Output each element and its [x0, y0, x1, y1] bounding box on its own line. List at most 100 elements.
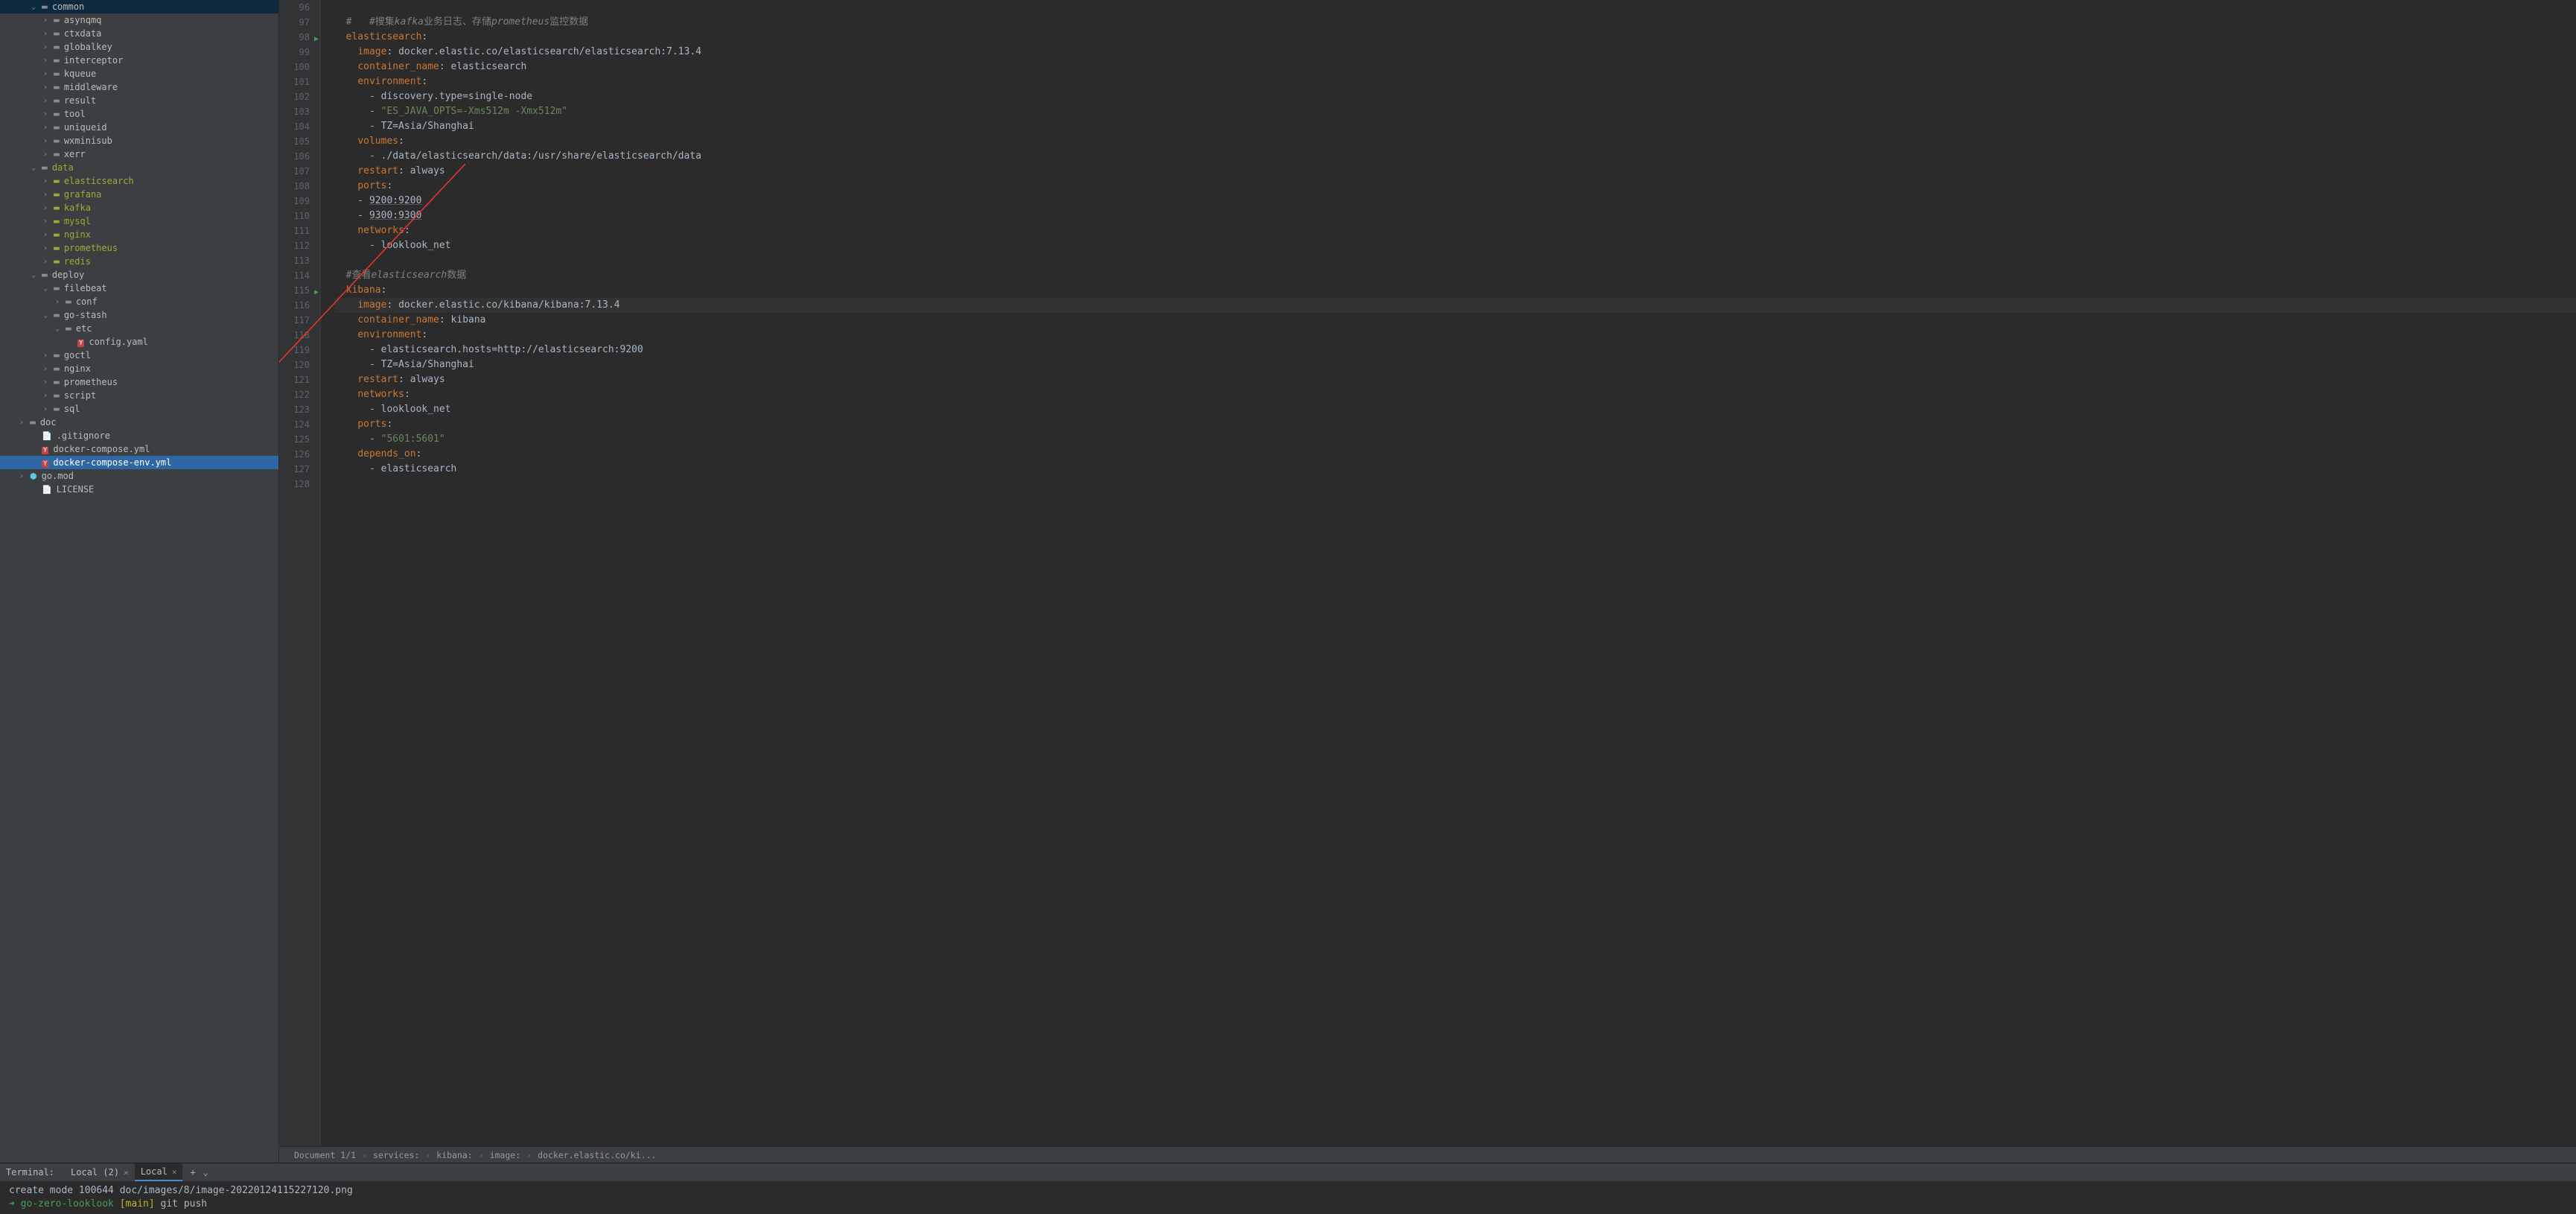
tree-item-tool[interactable]: ›▬tool	[0, 107, 278, 121]
code-line[interactable]: - elasticsearch	[334, 462, 2576, 477]
code-line[interactable]: - 9200:9200	[334, 194, 2576, 209]
gutter-line[interactable]: 98▶	[285, 30, 310, 45]
tree-item-common[interactable]: ⌄▬common	[0, 0, 278, 13]
breadcrumb[interactable]: Document 1/1 › services: › kibana: › ima…	[279, 1146, 2576, 1163]
chevron-icon[interactable]: ›	[19, 419, 27, 427]
gutter-line[interactable]: 117	[285, 313, 310, 328]
code-line[interactable]: image: docker.elastic.co/elasticsearch/e…	[334, 45, 2576, 60]
gutter-line[interactable]: 97	[285, 15, 310, 30]
tree-item-deploy[interactable]: ⌄▬deploy	[0, 268, 278, 282]
gutter-line[interactable]: 105	[285, 134, 310, 149]
breadcrumb-part[interactable]: docker.elastic.co/ki...	[538, 1150, 656, 1160]
tree-item-filebeat[interactable]: ⌄▬filebeat	[0, 282, 278, 295]
chevron-icon[interactable]: ›	[43, 97, 51, 105]
gutter-line[interactable]: 106	[285, 149, 310, 164]
tree-item-go-stash[interactable]: ⌄▬go-stash	[0, 308, 278, 322]
tree-item-goctl[interactable]: ›▬goctl	[0, 349, 278, 362]
tree-item-asynqmq[interactable]: ›▬asynqmq	[0, 13, 278, 27]
tree-item-config.yaml[interactable]: Yconfig.yaml	[0, 335, 278, 349]
code-line[interactable]: - "ES_JAVA_OPTS=-Xms512m -Xmx512m"	[334, 104, 2576, 119]
code-line[interactable]: - elasticsearch.hosts=http://elasticsear…	[334, 343, 2576, 357]
tree-item-ctxdata[interactable]: ›▬ctxdata	[0, 27, 278, 40]
gutter-line[interactable]: 109	[285, 194, 310, 209]
tree-item-etc[interactable]: ⌄▬etc	[0, 322, 278, 335]
code-line[interactable]: - looklook_net	[334, 238, 2576, 253]
code-line[interactable]: - ./data/elasticsearch/data:/usr/share/e…	[334, 149, 2576, 164]
tree-item-data[interactable]: ⌄▬data	[0, 161, 278, 174]
gutter-line[interactable]: 108	[285, 179, 310, 194]
chevron-icon[interactable]: ›	[43, 124, 51, 132]
close-icon[interactable]: ×	[124, 1168, 129, 1178]
tree-item-redis[interactable]: ›▬redis	[0, 255, 278, 268]
chevron-icon[interactable]: ›	[43, 191, 51, 199]
chevron-icon[interactable]: ›	[43, 137, 51, 145]
code-line[interactable]: networks:	[334, 387, 2576, 402]
chevron-icon[interactable]: ⌄	[31, 271, 39, 279]
code-line[interactable]: - "5601:5601"	[334, 432, 2576, 447]
gutter-line[interactable]: 125	[285, 432, 310, 447]
tree-item-sql[interactable]: ›▬sql	[0, 402, 278, 416]
terminal-tab-2[interactable]: Local ×	[135, 1163, 183, 1181]
code-line[interactable]: - 9300:9300	[334, 209, 2576, 223]
tree-item-nginx[interactable]: ›▬nginx	[0, 362, 278, 375]
tree-item-middleware[interactable]: ›▬middleware	[0, 80, 278, 94]
code-line[interactable]: ports:	[334, 179, 2576, 194]
gutter-line[interactable]: 128	[285, 477, 310, 492]
code-line[interactable]: - TZ=Asia/Shanghai	[334, 357, 2576, 372]
chevron-icon[interactable]: ›	[43, 378, 51, 387]
chevron-icon[interactable]: ›	[43, 392, 51, 400]
code-line[interactable]: depends_on:	[334, 447, 2576, 462]
tree-item-kafka[interactable]: ›▬kafka	[0, 201, 278, 214]
code-line[interactable]: - TZ=Asia/Shanghai	[334, 119, 2576, 134]
chevron-icon[interactable]: ›	[43, 177, 51, 185]
gutter-line[interactable]: 116	[285, 298, 310, 313]
gutter-line[interactable]: 107	[285, 164, 310, 179]
code-line[interactable]: image: docker.elastic.co/kibana/kibana:7…	[334, 298, 2576, 313]
chevron-icon[interactable]: ⌄	[55, 325, 63, 333]
code-line[interactable]: environment:	[334, 74, 2576, 89]
chevron-icon[interactable]: ›	[43, 110, 51, 118]
chevron-icon[interactable]: ›	[43, 57, 51, 65]
gutter-line[interactable]: 120	[285, 357, 310, 372]
gutter-line[interactable]: 96	[285, 0, 310, 15]
tree-item-prometheus[interactable]: ›▬prometheus	[0, 375, 278, 389]
gutter-line[interactable]: 104	[285, 119, 310, 134]
code-line[interactable]: restart: always	[334, 372, 2576, 387]
gutter-line[interactable]: 110	[285, 209, 310, 223]
code-line[interactable]: container_name: elasticsearch	[334, 60, 2576, 74]
code-line[interactable]: kibana:	[334, 283, 2576, 298]
chevron-icon[interactable]: ›	[43, 150, 51, 159]
tree-item-xerr[interactable]: ›▬xerr	[0, 147, 278, 161]
gutter-line[interactable]: 100	[285, 60, 310, 74]
code-line[interactable]: container_name: kibana	[334, 313, 2576, 328]
tree-item-wxminisub[interactable]: ›▬wxminisub	[0, 134, 278, 147]
tree-item-go.mod[interactable]: ›⬢go.mod	[0, 469, 278, 483]
tree-item-docker-compose-env.yml[interactable]: Ydocker-compose-env.yml	[0, 456, 278, 469]
chevron-icon[interactable]: ›	[43, 365, 51, 373]
gutter-line[interactable]: 113	[285, 253, 310, 268]
gutter-line[interactable]: 126	[285, 447, 310, 462]
chevron-icon[interactable]: ›	[43, 231, 51, 239]
gutter-line[interactable]: 99	[285, 45, 310, 60]
tree-item-nginx[interactable]: ›▬nginx	[0, 228, 278, 241]
tree-item-docker-compose.yml[interactable]: Ydocker-compose.yml	[0, 442, 278, 456]
tree-item-doc[interactable]: ›▬doc	[0, 416, 278, 429]
breadcrumb-part[interactable]: services:	[373, 1150, 419, 1160]
chevron-icon[interactable]: ›	[43, 352, 51, 360]
tree-item-kqueue[interactable]: ›▬kqueue	[0, 67, 278, 80]
chevron-icon[interactable]: ›	[43, 30, 51, 38]
tree-item-elasticsearch[interactable]: ›▬elasticsearch	[0, 174, 278, 188]
gutter-line[interactable]: 101	[285, 74, 310, 89]
terminal-output[interactable]: create mode 100644 doc/images/8/image-20…	[0, 1181, 2576, 1214]
gutter-line[interactable]: 111	[285, 223, 310, 238]
code-line[interactable]: environment:	[334, 328, 2576, 343]
breadcrumb-part[interactable]: kibana:	[436, 1150, 472, 1160]
gutter-line[interactable]: 127	[285, 462, 310, 477]
tree-item-script[interactable]: ›▬script	[0, 389, 278, 402]
tree-item-LICENSE[interactable]: 📄LICENSE	[0, 483, 278, 496]
chevron-icon[interactable]: ›	[43, 258, 51, 266]
gutter-line[interactable]: 114	[285, 268, 310, 283]
code-line[interactable]: ports:	[334, 417, 2576, 432]
code-line[interactable]	[334, 477, 2576, 492]
tree-item-interceptor[interactable]: ›▬interceptor	[0, 54, 278, 67]
